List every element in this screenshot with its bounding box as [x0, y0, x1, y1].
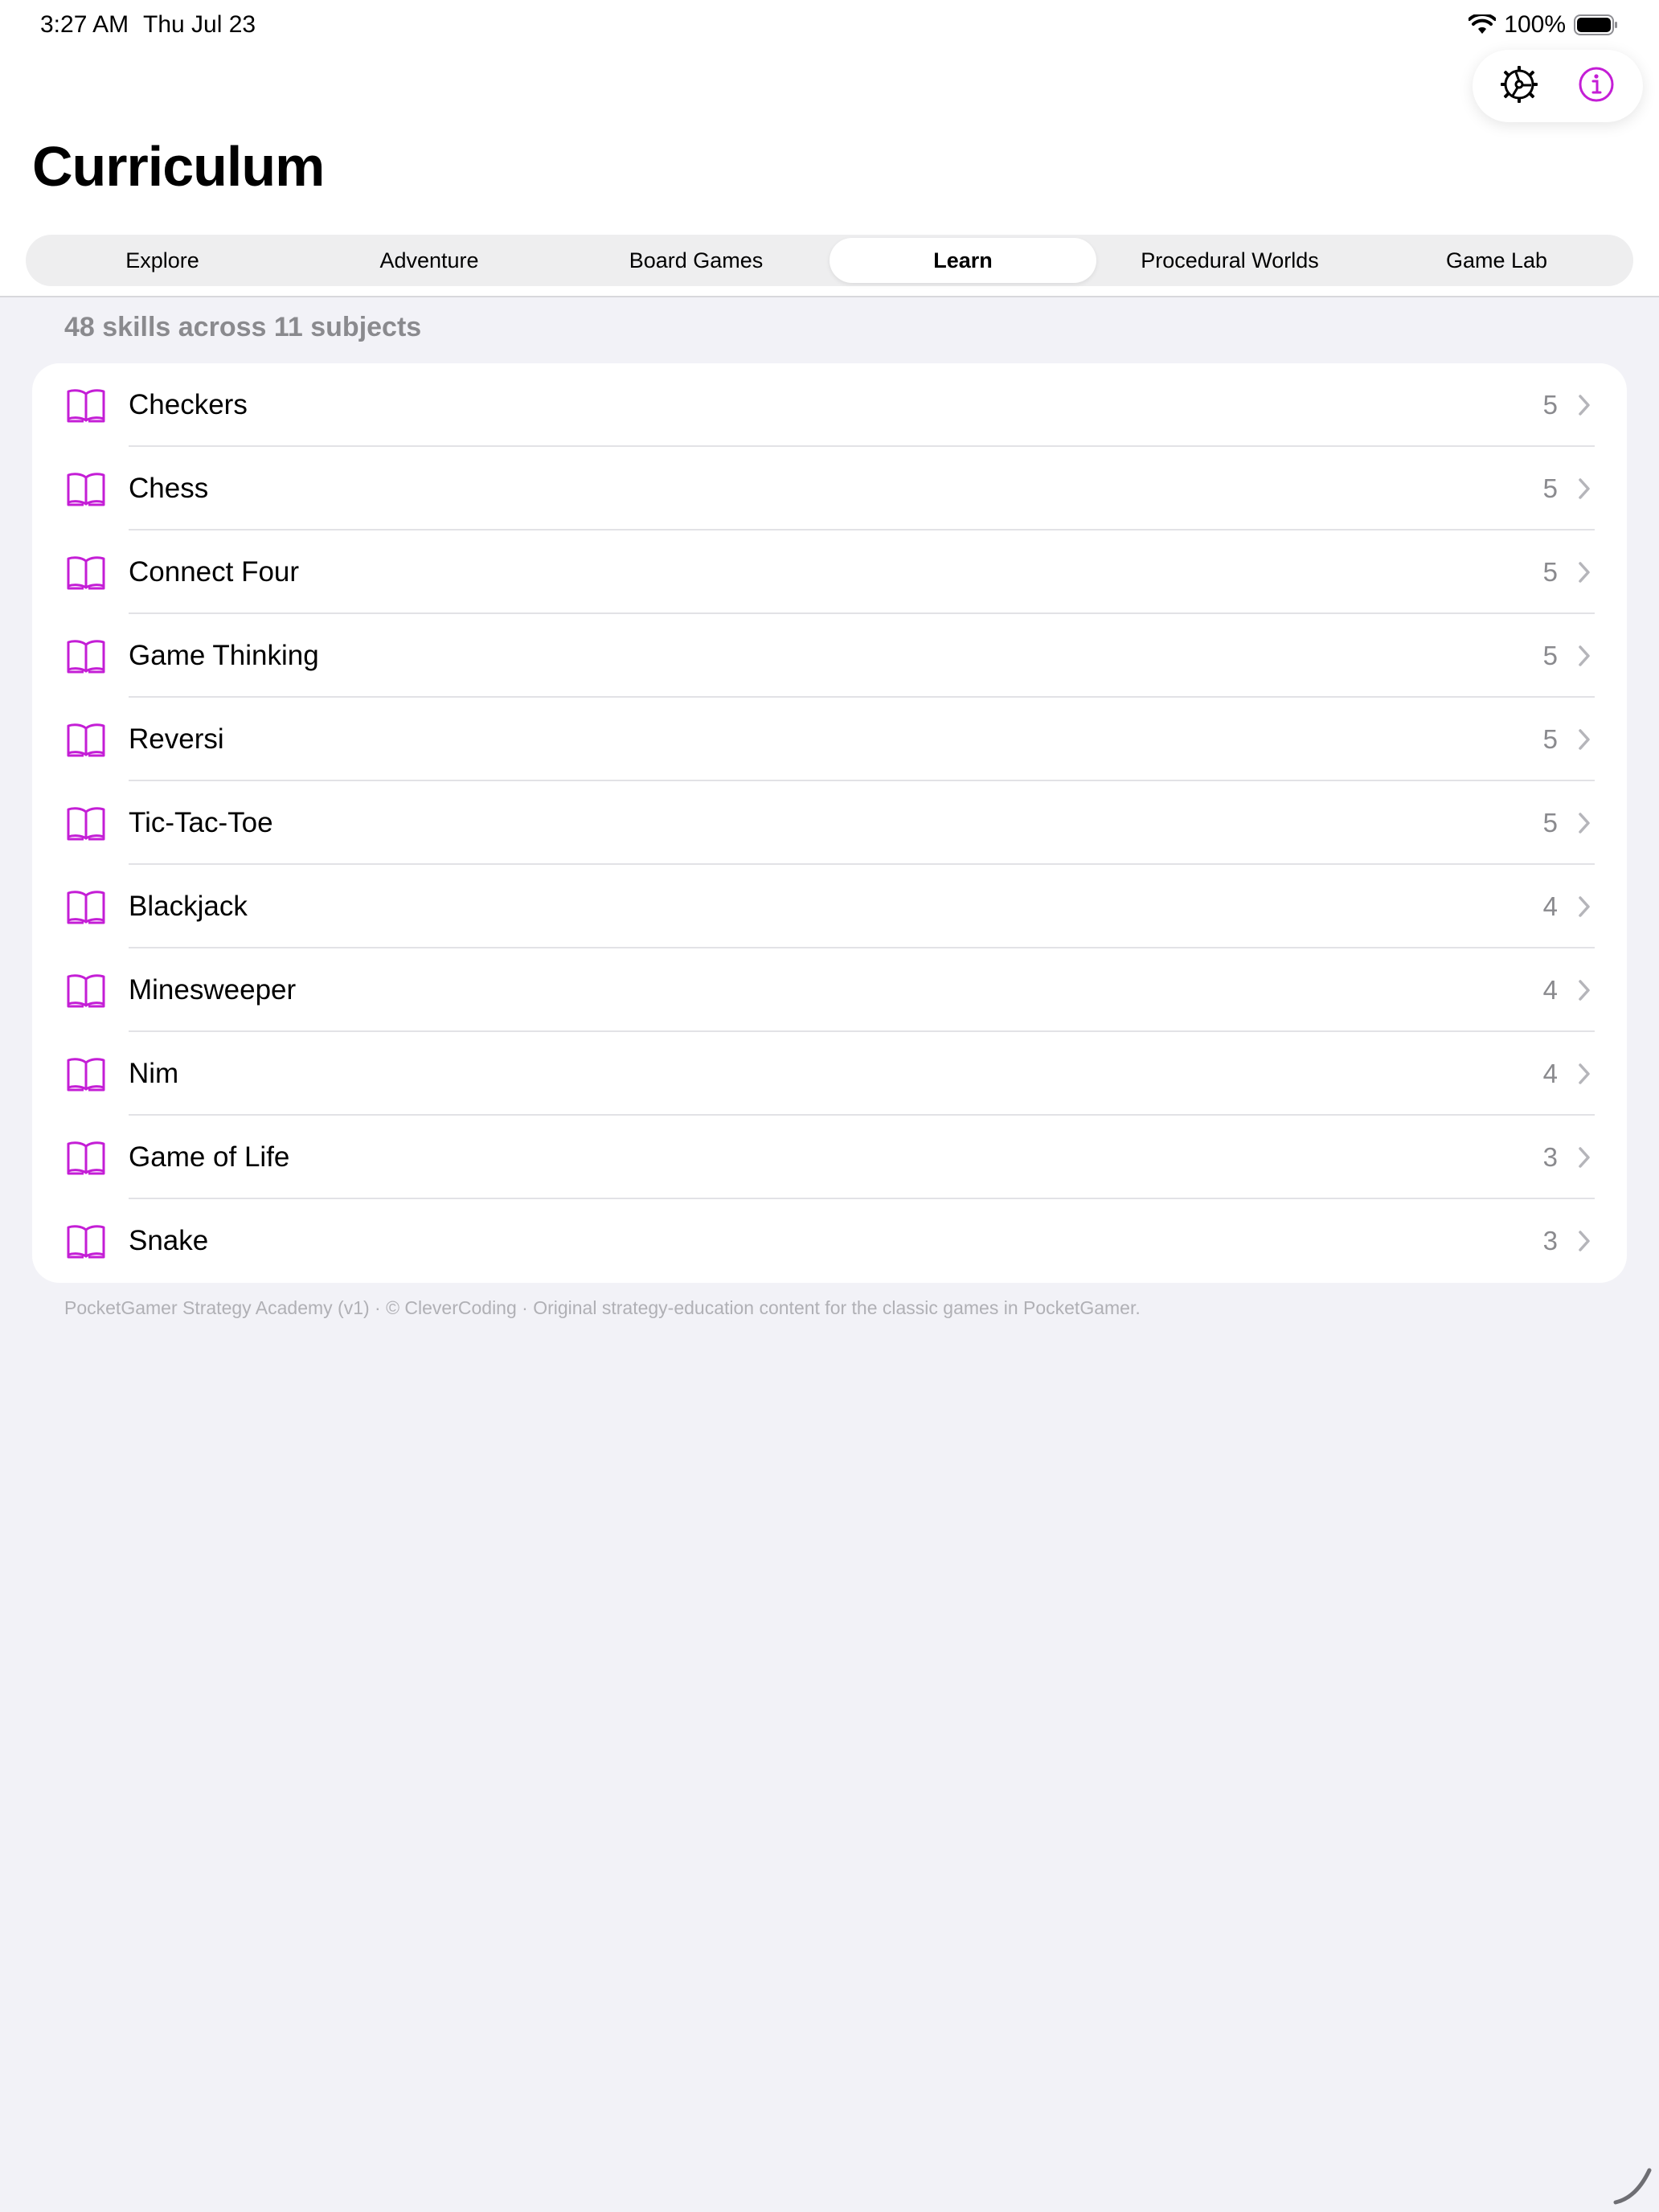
- skill-count: 5: [1542, 808, 1558, 838]
- book-icon: [66, 1056, 106, 1092]
- battery-percent: 100%: [1504, 11, 1566, 38]
- skill-count: 4: [1542, 1059, 1558, 1088]
- book-icon: [66, 973, 106, 1008]
- book-icon: [66, 805, 106, 841]
- tab-adventure[interactable]: Adventure: [296, 238, 563, 283]
- subject-label: Minesweeper: [129, 974, 297, 1006]
- book-icon: [66, 387, 106, 423]
- subject-label: Game of Life: [129, 1141, 290, 1173]
- chevron-right-icon: [1577, 812, 1591, 834]
- curriculum-screen: 3:27 AM Thu Jul 23 100% Curriculum Explo…: [0, 0, 1659, 2212]
- subject-label: Blackjack: [129, 891, 248, 922]
- header: 3:27 AM Thu Jul 23 100% Curriculum Explo…: [0, 0, 1659, 297]
- skill-count: 3: [1542, 1226, 1558, 1256]
- wifi-icon: [1469, 14, 1497, 35]
- skill-count: 5: [1542, 724, 1558, 754]
- subject-label: Connect Four: [129, 556, 300, 588]
- toolbar-actions: [1473, 50, 1643, 122]
- subject-row-nim[interactable]: Nim 4: [32, 1032, 1627, 1116]
- subject-list: Checkers 5 Chess 5 Connect Four 5 Game T…: [32, 363, 1627, 1283]
- subject-row-connect-four[interactable]: Connect Four 5: [32, 530, 1627, 614]
- subject-row-snake[interactable]: Snake 3: [32, 1199, 1627, 1283]
- subject-label: Chess: [129, 473, 209, 504]
- subject-label: Game Thinking: [129, 640, 319, 671]
- status-indicators: 100%: [1469, 11, 1619, 39]
- skill-count: 5: [1542, 641, 1558, 670]
- skill-count: 4: [1542, 975, 1558, 1005]
- subject-row-chess[interactable]: Chess 5: [32, 447, 1627, 530]
- book-icon: [66, 889, 106, 924]
- subject-label: Checkers: [129, 389, 248, 420]
- subject-row-reversi[interactable]: Reversi 5: [32, 698, 1627, 781]
- settings-button[interactable]: [1491, 58, 1547, 114]
- content-area: 48 skills across 11 subjects Checkers 5: [0, 297, 1659, 2212]
- chevron-right-icon: [1577, 645, 1591, 667]
- info-icon: [1577, 65, 1616, 108]
- chevron-right-icon: [1577, 394, 1591, 416]
- section-tabs: Explore Adventure Board Games Learn Proc…: [26, 235, 1633, 286]
- book-icon: [66, 638, 106, 674]
- book-icon: [66, 1140, 106, 1175]
- skill-count: 5: [1542, 390, 1558, 420]
- subject-label: Snake: [129, 1225, 209, 1256]
- settings-gear-icon: [1498, 63, 1540, 109]
- book-icon: [66, 471, 106, 506]
- chevron-right-icon: [1577, 979, 1591, 1002]
- status-time: 3:27 AM: [40, 11, 129, 38]
- book-icon: [66, 722, 106, 757]
- chevron-right-icon: [1577, 1063, 1591, 1085]
- subject-label: Reversi: [129, 723, 224, 755]
- subject-row-checkers[interactable]: Checkers 5: [32, 363, 1627, 447]
- chevron-right-icon: [1577, 561, 1591, 584]
- tab-board-games[interactable]: Board Games: [563, 238, 830, 283]
- page-title: Curriculum: [32, 135, 325, 198]
- chevron-right-icon: [1577, 895, 1591, 918]
- subject-row-game-thinking[interactable]: Game Thinking 5: [32, 614, 1627, 698]
- tab-game-lab[interactable]: Game Lab: [1363, 238, 1630, 283]
- subject-row-tic-tac-toe[interactable]: Tic-Tac-Toe 5: [32, 781, 1627, 865]
- info-button[interactable]: [1568, 58, 1624, 114]
- footer-note: PocketGamer Strategy Academy (v1) · © Cl…: [64, 1297, 1141, 1318]
- subject-label: Nim: [129, 1058, 179, 1089]
- chevron-right-icon: [1577, 1146, 1591, 1169]
- tab-learn[interactable]: Learn: [830, 238, 1096, 283]
- book-icon: [66, 555, 106, 590]
- skill-count: 4: [1542, 891, 1558, 921]
- status-date: Thu Jul 23: [143, 11, 256, 38]
- subject-row-blackjack[interactable]: Blackjack 4: [32, 865, 1627, 948]
- battery-icon: [1574, 14, 1619, 35]
- skill-count: 5: [1542, 557, 1558, 587]
- skills-summary: 48 skills across 11 subjects: [64, 312, 422, 342]
- tab-explore[interactable]: Explore: [29, 238, 296, 283]
- subject-row-minesweeper[interactable]: Minesweeper 4: [32, 948, 1627, 1032]
- book-icon: [66, 1223, 106, 1259]
- chevron-right-icon: [1577, 728, 1591, 751]
- skill-count: 5: [1542, 473, 1558, 503]
- tab-procedural-worlds[interactable]: Procedural Worlds: [1096, 238, 1363, 283]
- skill-count: 3: [1542, 1142, 1558, 1172]
- chevron-right-icon: [1577, 1230, 1591, 1252]
- subject-label: Tic-Tac-Toe: [129, 807, 273, 838]
- chevron-right-icon: [1577, 477, 1591, 500]
- subject-row-game-of-life[interactable]: Game of Life 3: [32, 1116, 1627, 1199]
- scroll-indicator-icon: [1612, 2165, 1653, 2206]
